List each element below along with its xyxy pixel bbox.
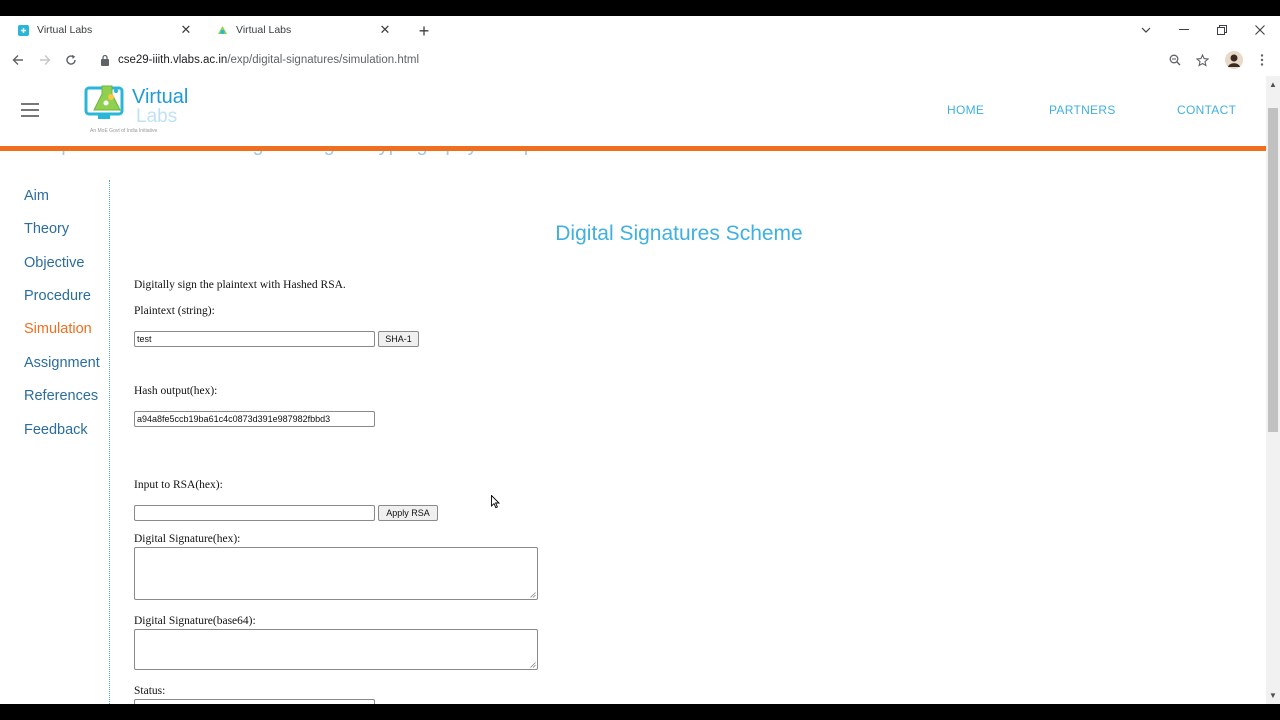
tab-search-chevron-icon[interactable] xyxy=(1128,16,1164,44)
bookmark-star-icon[interactable] xyxy=(1192,50,1212,70)
scroll-down-icon[interactable]: ▼ xyxy=(1269,691,1277,700)
address-bar[interactable]: cse29-iiith.vlabs.ac.in/exp/digital-sign… xyxy=(100,51,419,69)
hash-output-label: Hash output(hex): xyxy=(134,385,218,397)
apply-rsa-button[interactable]: Apply RSA xyxy=(378,505,438,521)
zoom-icon[interactable] xyxy=(1165,50,1185,70)
vlabs-favicon-icon xyxy=(18,24,29,36)
hamburger-menu-icon[interactable] xyxy=(21,103,39,117)
tab-title: Virtual Labs xyxy=(37,24,93,36)
lock-icon xyxy=(100,54,110,66)
vlabs-favicon-icon xyxy=(217,25,228,36)
tab-close-icon[interactable]: ✕ xyxy=(377,22,393,38)
logo-text-labs: Labs xyxy=(136,106,178,127)
resize-grip-icon[interactable] xyxy=(530,662,536,668)
sidebar-item-feedback[interactable]: Feedback xyxy=(24,422,88,438)
screen-bottom-edge xyxy=(0,704,1280,720)
tab-title: Virtual Labs xyxy=(236,24,292,36)
mouse-cursor-icon xyxy=(491,495,501,509)
browser-toolbar: cse29-iiith.vlabs.ac.in/exp/digital-sign… xyxy=(0,44,1280,76)
page-scrollbar[interactable]: ▲ ▼ xyxy=(1266,76,1280,704)
page-viewport: Computer Science and Engineering > Crypt… xyxy=(0,76,1280,704)
nav-partners-link[interactable]: PARTNERS xyxy=(1049,103,1116,117)
sidebar-divider xyxy=(109,180,110,704)
restore-icon[interactable] xyxy=(1204,16,1240,44)
signature-base64-textarea[interactable] xyxy=(134,629,538,670)
sidebar-item-theory[interactable]: Theory xyxy=(24,221,69,237)
scrollbar-thumb[interactable] xyxy=(1268,108,1278,432)
url-path: /exp/digital-signatures/simulation.html xyxy=(227,54,420,66)
hash-output-field[interactable]: a94a8fe5ccb19ba61c4c0873d391e987982fbbd3 xyxy=(134,411,375,427)
sidebar-item-objective[interactable]: Objective xyxy=(24,255,84,271)
browser-tab-1[interactable]: Virtual Labs ✕ xyxy=(0,16,198,44)
plaintext-label: Plaintext (string): xyxy=(134,305,215,317)
sha1-button[interactable]: SHA-1 xyxy=(378,331,419,347)
resize-grip-icon[interactable] xyxy=(530,592,536,598)
sidebar-item-assignment[interactable]: Assignment xyxy=(24,355,100,371)
tab-strip: Virtual Labs ✕ Virtual Labs ✕ + xyxy=(0,16,1280,44)
plaintext-input[interactable]: test xyxy=(134,331,375,347)
sidebar-item-procedure[interactable]: Procedure xyxy=(24,288,91,304)
sidebar-item-references[interactable]: References xyxy=(24,388,98,404)
signature-hex-label: Digital Signature(hex): xyxy=(134,533,241,545)
new-tab-button[interactable]: + xyxy=(414,21,434,41)
signature-hex-textarea[interactable] xyxy=(134,547,538,600)
rsa-input-field[interactable] xyxy=(134,505,375,521)
screen: Virtual Labs ✕ Virtual Labs ✕ + cse29-ii… xyxy=(0,0,1280,720)
nav-home-link[interactable]: HOME xyxy=(947,103,984,117)
site-header: Virtual Labs An MoE Govt of India Initia… xyxy=(0,76,1266,146)
nav-contact-link[interactable]: CONTACT xyxy=(1177,103,1236,117)
status-label: Status: xyxy=(134,685,166,697)
logo-flask-icon xyxy=(84,85,124,119)
sidebar-item-simulation[interactable]: Simulation xyxy=(24,321,92,337)
sidebar-item-aim[interactable]: Aim xyxy=(24,188,49,204)
rsa-input-label: Input to RSA(hex): xyxy=(134,479,223,491)
back-arrow-icon[interactable] xyxy=(8,50,28,70)
reload-icon[interactable] xyxy=(61,50,81,70)
minimize-icon[interactable] xyxy=(1166,16,1202,44)
profile-avatar[interactable] xyxy=(1224,50,1244,70)
intro-text: Digitally sign the plaintext with Hashed… xyxy=(134,279,346,291)
browser-menu-icon[interactable] xyxy=(1252,50,1272,70)
tab-close-icon[interactable]: ✕ xyxy=(178,22,194,38)
page-title: Digital Signatures Scheme xyxy=(555,222,803,245)
forward-arrow-icon[interactable] xyxy=(35,50,55,70)
signature-base64-label: Digital Signature(base64): xyxy=(134,615,256,627)
header-accent-bar xyxy=(0,146,1266,151)
scroll-up-icon[interactable]: ▲ xyxy=(1269,80,1277,89)
url-domain: cse29-iiith.vlabs.ac.in xyxy=(118,54,228,66)
close-window-icon[interactable] xyxy=(1242,16,1278,44)
virtual-labs-logo[interactable]: Virtual Labs An MoE Govt of India Initia… xyxy=(84,82,194,138)
logo-tagline: An MoE Govt of India Initiative xyxy=(90,128,158,134)
browser-tab-2[interactable]: Virtual Labs ✕ xyxy=(199,16,397,44)
